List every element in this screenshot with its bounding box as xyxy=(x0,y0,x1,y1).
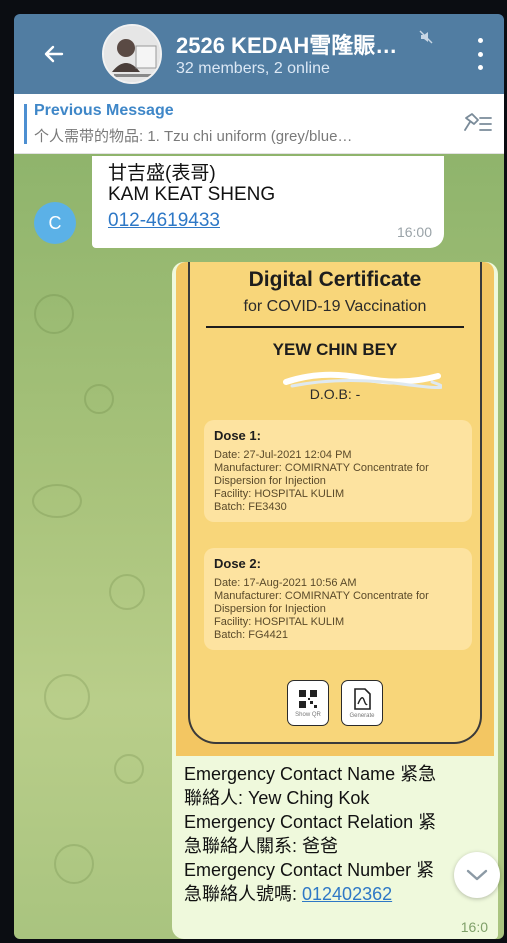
message-line: 急聯絡人關系: 爸爸 xyxy=(184,836,339,856)
message-time: 16:00 xyxy=(396,224,432,240)
certificate-image[interactable]: Digital Certificate for COVID-19 Vaccina… xyxy=(176,262,494,756)
chevron-down-icon xyxy=(466,869,488,881)
message-line: 急聯絡人號嗎: 012402362 xyxy=(184,882,494,906)
incoming-message-bubble[interactable]: 甘吉盛(表哥) KAM KEAT SHENG 012-4619433 16:00 xyxy=(92,156,444,248)
background-doodle xyxy=(109,574,145,610)
dose-facility: Facility: HOSPITAL KULIM xyxy=(214,616,345,628)
background-doodle xyxy=(32,484,82,518)
certificate-holder-name: YEW CHIN BEY xyxy=(272,340,398,359)
pinned-message-bar[interactable]: Previous Message 个人需带的物品: 1. Tzu chi uni… xyxy=(14,94,504,154)
scroll-down-button[interactable] xyxy=(454,852,500,898)
chat-subtitle: 32 members, 2 online xyxy=(176,60,330,77)
dose-card: Dose 1: Date: 27-Jul-2021 12:04 PM Manuf… xyxy=(204,420,472,522)
certificate-divider xyxy=(206,326,464,328)
dose-card: Dose 2: Date: 17-Aug-2021 10:56 AM Manuf… xyxy=(204,548,472,650)
certificate-actions: Show QR Generate xyxy=(190,680,480,726)
show-qr-label: Show QR xyxy=(295,711,321,718)
message-line: 甘吉盛(表哥) xyxy=(108,163,216,184)
pinned-list-icon[interactable] xyxy=(462,110,494,138)
certificate-dob: D.O.B: - xyxy=(309,386,361,402)
dose-date: Date: 27-Jul-2021 12:04 PM xyxy=(214,449,352,461)
phone-link[interactable]: 012-4619433 xyxy=(108,210,220,232)
message-line-prefix: 急聯絡人號嗎: xyxy=(184,884,303,904)
outgoing-message-bubble[interactable]: Digital Certificate for COVID-19 Vaccina… xyxy=(172,262,498,939)
phone-link[interactable]: 012402362 xyxy=(302,884,392,904)
dose-manufacturer-cont: Dispersion for Injection xyxy=(214,475,326,487)
show-qr-button[interactable]: Show QR xyxy=(287,680,329,726)
message-line: KAM KEAT SHENG xyxy=(108,184,276,205)
background-doodle xyxy=(54,844,94,884)
dose-title: Dose 1: xyxy=(214,428,261,443)
arrow-left-icon xyxy=(44,45,64,63)
pinned-text: 个人需带的物品: 1. Tzu chi uniform (grey/blue… xyxy=(34,128,353,145)
certificate-subtitle: for COVID-19 Vaccination xyxy=(243,298,427,315)
message-line: 聯絡人: Yew Ching Kok xyxy=(184,788,370,808)
certificate-title: Digital Certificate xyxy=(248,268,422,291)
message-line: Emergency Contact Number 紧 xyxy=(184,860,435,880)
dose-manufacturer-cont: Dispersion for Injection xyxy=(214,603,326,615)
dose-facility: Facility: HOSPITAL KULIM xyxy=(214,488,345,500)
generate-pdf-button[interactable]: Generate xyxy=(341,680,383,726)
dose-date: Date: 17-Aug-2021 10:56 AM xyxy=(214,577,357,589)
dose-batch: Batch: FE3430 xyxy=(214,501,287,513)
dose-manufacturer: Manufacturer: COMIRNATY Concentrate for xyxy=(214,590,429,602)
group-avatar[interactable] xyxy=(102,24,162,84)
chat-message-area[interactable]: C 甘吉盛(表哥) KAM KEAT SHENG 012-4619433 16:… xyxy=(14,154,504,939)
message-line: Emergency Contact Relation 紧 xyxy=(184,812,437,832)
dose-manufacturer: Manufacturer: COMIRNATY Concentrate for xyxy=(214,462,429,474)
sender-avatar[interactable]: C xyxy=(34,202,76,244)
background-doodle xyxy=(44,674,90,720)
pdf-icon xyxy=(354,687,371,710)
muted-icon xyxy=(419,30,433,47)
chat-header: 2526 KEDAH雪隆賑… 32 members, 2 online xyxy=(14,14,504,94)
more-menu-button[interactable] xyxy=(468,38,492,70)
background-doodle xyxy=(114,754,144,784)
outgoing-message-text: Emergency Contact Name 紧急 聯絡人: Yew Ching… xyxy=(184,762,494,906)
generate-label: Generate xyxy=(349,712,375,719)
chat-title[interactable]: 2526 KEDAH雪隆賑… xyxy=(176,28,397,60)
pinned-title: Previous Message xyxy=(34,102,174,119)
pinned-accent-line xyxy=(24,104,27,144)
back-button[interactable] xyxy=(36,36,72,72)
certificate-card: Digital Certificate for COVID-19 Vaccina… xyxy=(188,262,482,744)
group-photo-icon xyxy=(104,26,160,82)
background-doodle xyxy=(84,384,114,414)
background-doodle xyxy=(34,294,74,334)
telegram-chat-screen: 2526 KEDAH雪隆賑… 32 members, 2 online Prev… xyxy=(14,14,504,939)
dose-title: Dose 2: xyxy=(214,556,261,571)
message-time: 16:0 xyxy=(460,919,488,935)
dose-batch: Batch: FG4421 xyxy=(214,629,288,641)
qr-code-icon xyxy=(299,689,317,708)
message-line: Emergency Contact Name 紧急 xyxy=(184,764,437,784)
